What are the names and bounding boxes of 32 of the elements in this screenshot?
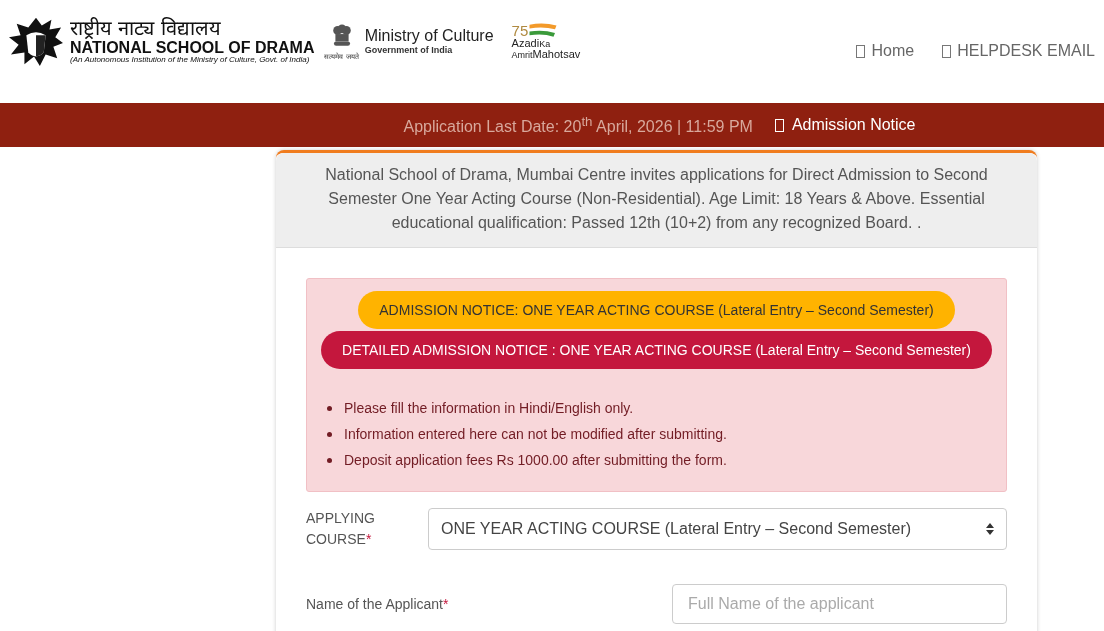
school-subtitle: (An Autonomous Institution of the Ministry of Culture, Govt. of India) [70,56,311,66]
name-input[interactable]: Full Name of the applicant [672,584,1007,624]
missing-glyph-icon [774,118,784,132]
nav-link[interactable]: HELPDESK EMAIL [942,42,1095,60]
flag-icon [528,22,559,38]
bullet-icon [327,405,332,411]
ministry-subtitle: Government of India [364,45,454,55]
field-label: APPLYING COURSE* [306,509,376,549]
missing-glyph-icon [856,44,866,58]
last-date-text: Application Last Date: 20$^{th}$ April, 2026 | 11:59 PM [403,113,753,137]
instruction-text: Information entered here can not be modified after submitting. [344,425,727,444]
mahotsav-word: Mahotsav [532,49,581,60]
azadi-number: 75 [511,23,529,38]
admission-notice-link[interactable]: Admission Notice [774,116,916,134]
nav-link[interactable]: Home [856,42,915,60]
intro-text: National School of Drama, Mumbai Centre invites applications for Direct Admission to Second Semester One Year Acting Course (Non-Residential). Age Limit: 18 Years & Above. Essential educational qualification: Passed 12th (10+2) from any recognized Board. . [324,165,989,233]
school-name: NATIONAL SCHOOL OF DRAMA [70,38,315,57]
instruction-text: Deposit application fees Rs 1000.00 after submitting the form. [344,451,727,470]
azadi-word: Azadi [511,38,540,49]
ka-word: Ka [539,40,551,49]
field-label: Name of the Applicant* [306,594,449,614]
course-select[interactable]: ONE YEAR ACTING COURSE (Lateral Entry – Second Semester) [428,508,1007,550]
missing-glyph-icon [942,44,952,58]
bullet-icon [327,457,332,463]
bullet-icon [327,431,332,437]
ministry-title: Ministry of Culture [364,27,494,45]
hindi-title: राष्ट्रीय नाट्य विद्यालय [70,16,222,39]
sort-caret-icon [986,523,994,535]
amrit-word: Amrit [511,51,533,60]
notice-button[interactable]: ADMISSION NOTICE: ONE YEAR ACTING COURSE (Lateral Entry – Second Semester) [358,291,955,329]
instruction-text: Please fill the information in Hindi/English only. [344,399,634,418]
notice-button[interactable]: DETAILED ADMISSION NOTICE : ONE YEAR ACTING COURSE (Lateral Entry – Second Semester) [321,331,992,369]
